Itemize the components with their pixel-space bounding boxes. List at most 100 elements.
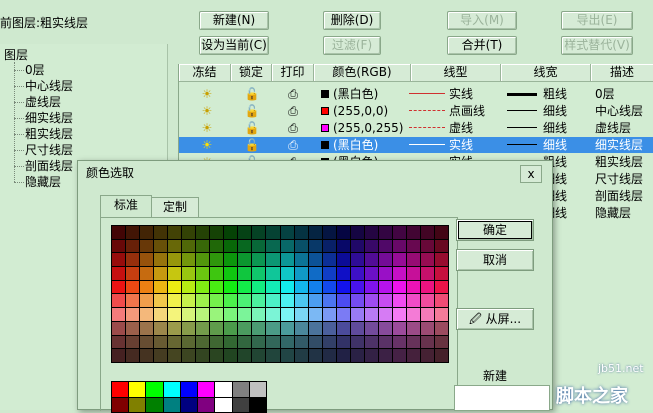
palette-cell[interactable] (252, 226, 266, 239)
palette-cell[interactable] (210, 308, 224, 321)
palette-cell[interactable] (406, 294, 420, 308)
palette-cell[interactable] (238, 335, 252, 349)
basic-colors[interactable] (111, 381, 267, 413)
palette-cell[interactable] (154, 226, 168, 239)
palette-cell[interactable] (210, 267, 224, 280)
palette-cell[interactable] (280, 280, 294, 294)
palette-cell[interactable] (392, 253, 406, 267)
palette-cell[interactable] (364, 253, 378, 267)
palette-cell[interactable] (126, 321, 140, 335)
palette-cell[interactable] (196, 335, 210, 349)
palette-cell[interactable] (406, 308, 420, 321)
palette-cell[interactable] (406, 226, 420, 239)
palette-cell[interactable] (420, 253, 434, 267)
palette-cell[interactable] (308, 253, 322, 267)
palette-cell[interactable] (112, 280, 126, 294)
cancel-button[interactable]: 取消 (456, 249, 534, 271)
sun-icon[interactable]: ☀ (199, 120, 215, 136)
palette-cell[interactable] (294, 239, 308, 253)
palette-cell[interactable] (252, 335, 266, 349)
palette-cell[interactable] (210, 349, 224, 362)
palette-cell[interactable] (336, 267, 350, 280)
palette-cell[interactable] (392, 226, 406, 239)
palette-cell[interactable] (420, 321, 434, 335)
palette-cell[interactable] (154, 280, 168, 294)
palette-cell[interactable] (350, 335, 364, 349)
palette-cell[interactable] (196, 308, 210, 321)
palette-cell[interactable] (364, 349, 378, 362)
palette-cell[interactable] (420, 226, 434, 239)
palette-cell[interactable] (168, 226, 182, 239)
palette-cell[interactable] (140, 335, 154, 349)
palette-cell[interactable] (336, 239, 350, 253)
basic-color-cell[interactable] (163, 382, 180, 397)
palette-cell[interactable] (406, 349, 420, 362)
palette-cell[interactable] (378, 294, 392, 308)
palette-cell[interactable] (322, 349, 336, 362)
palette-cell[interactable] (392, 308, 406, 321)
sun-icon[interactable]: ☀ (199, 86, 215, 102)
column-header[interactable]: 冻结 (179, 64, 231, 82)
palette-cell[interactable] (168, 308, 182, 321)
palette-cell[interactable] (322, 321, 336, 335)
printer-icon[interactable]: ⎙ (285, 86, 301, 102)
palette-cell[interactable] (112, 239, 126, 253)
printer-icon[interactable]: ⎙ (285, 120, 301, 136)
palette-cell[interactable] (392, 239, 406, 253)
palette-cell[interactable] (378, 349, 392, 362)
palette-cell[interactable] (238, 253, 252, 267)
palette-cell[interactable] (126, 280, 140, 294)
palette-cell[interactable] (378, 321, 392, 335)
lock-icon[interactable]: 🔓 (244, 103, 260, 119)
palette-cell[interactable] (350, 267, 364, 280)
palette-cell[interactable] (364, 335, 378, 349)
palette-cell[interactable] (420, 335, 434, 349)
table-row[interactable]: ☀ 🔓 ⎙ (黑白色) 实线 细线 细实线层 (179, 137, 653, 153)
palette-cell[interactable] (434, 280, 448, 294)
palette-cell[interactable] (308, 280, 322, 294)
tree-item[interactable]: 剖面线层 (25, 158, 73, 174)
style-replace-button[interactable]: 样式替代(V) (561, 36, 633, 55)
palette-cell[interactable] (210, 226, 224, 239)
palette-cell[interactable] (350, 239, 364, 253)
tab-custom[interactable]: 定制 (151, 197, 199, 217)
palette-cell[interactable] (336, 253, 350, 267)
basic-color-cell[interactable] (232, 382, 249, 397)
palette-cell[interactable] (434, 321, 448, 335)
tree-item[interactable]: 隐藏层 (25, 174, 61, 190)
palette-cell[interactable] (224, 226, 238, 239)
palette-cell[interactable] (350, 349, 364, 362)
palette-cell[interactable] (210, 294, 224, 308)
palette-cell[interactable] (378, 253, 392, 267)
palette-cell[interactable] (406, 280, 420, 294)
palette-cell[interactable] (406, 321, 420, 335)
palette-cell[interactable] (252, 280, 266, 294)
palette-cell[interactable] (322, 280, 336, 294)
palette-cell[interactable] (294, 294, 308, 308)
tree-item[interactable]: 中心线层 (25, 78, 73, 94)
palette-cell[interactable] (336, 349, 350, 362)
sun-icon[interactable]: ☀ (199, 137, 215, 153)
basic-color-cell[interactable] (215, 382, 232, 397)
palette-cell[interactable] (266, 349, 280, 362)
palette-cell[interactable] (434, 308, 448, 321)
palette-cell[interactable] (224, 253, 238, 267)
palette-cell[interactable] (210, 253, 224, 267)
palette-cell[interactable] (392, 321, 406, 335)
palette-cell[interactable] (406, 253, 420, 267)
palette-cell[interactable] (224, 321, 238, 335)
palette-cell[interactable] (434, 349, 448, 362)
palette-cell[interactable] (364, 226, 378, 239)
palette-cell[interactable] (308, 267, 322, 280)
palette-cell[interactable] (168, 280, 182, 294)
palette-cell[interactable] (350, 280, 364, 294)
palette-cell[interactable] (406, 239, 420, 253)
palette-cell[interactable] (154, 294, 168, 308)
palette-cell[interactable] (196, 267, 210, 280)
palette-cell[interactable] (280, 239, 294, 253)
palette-cell[interactable] (266, 335, 280, 349)
tree-item[interactable]: 尺寸线层 (25, 142, 73, 158)
palette-cell[interactable] (350, 294, 364, 308)
palette-cell[interactable] (266, 226, 280, 239)
palette-cell[interactable] (266, 308, 280, 321)
